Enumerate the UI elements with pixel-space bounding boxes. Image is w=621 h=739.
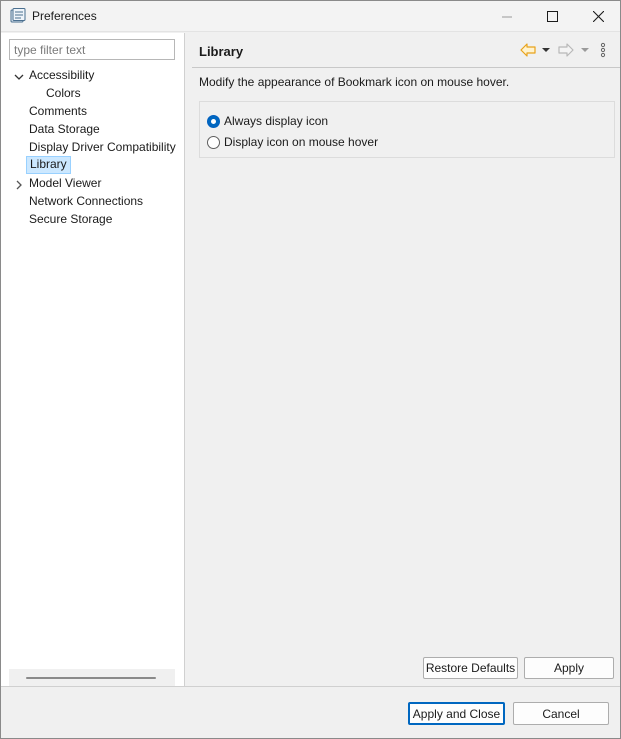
tree-item-accessibility[interactable]: Accessibility: [26, 67, 97, 85]
filter-input[interactable]: [9, 39, 175, 60]
title-bar: Preferences: [1, 1, 620, 32]
minimize-button[interactable]: [484, 1, 530, 32]
more-vertical-icon: [600, 42, 606, 58]
tree-item-network-connections[interactable]: Network Connections: [26, 193, 146, 211]
tree-item-display-driver-compatibility[interactable]: Display Driver Compatibility: [26, 139, 185, 157]
radio-display-icon-on-hover[interactable]: Display icon on mouse hover: [207, 133, 378, 151]
tree-item-library[interactable]: Library: [26, 156, 71, 174]
cancel-button[interactable]: Cancel: [513, 702, 609, 725]
apply-button[interactable]: Apply: [524, 657, 614, 679]
tree-item-model-viewer[interactable]: Model Viewer: [26, 175, 104, 193]
back-history-dropdown[interactable]: [542, 42, 550, 58]
footer-separator: [1, 686, 620, 687]
page-title: Library: [199, 44, 244, 59]
maximize-icon: [546, 11, 558, 22]
chevron-right-icon[interactable]: [14, 179, 24, 190]
radio-label: Always display icon: [224, 114, 329, 128]
tree-item-colors[interactable]: Colors: [43, 85, 84, 103]
back-arrow-icon: [520, 43, 536, 57]
view-menu-button[interactable]: [600, 42, 606, 58]
forward-button[interactable]: [558, 42, 574, 58]
apply-and-close-button[interactable]: Apply and Close: [408, 702, 505, 725]
radio-button-unchecked[interactable]: [207, 135, 220, 149]
close-icon: [592, 11, 604, 22]
radio-always-display-icon[interactable]: Always display icon: [207, 112, 328, 130]
forward-history-dropdown[interactable]: [581, 42, 589, 58]
maximize-button[interactable]: [529, 1, 575, 32]
restore-defaults-button[interactable]: Restore Defaults: [423, 657, 518, 679]
forward-arrow-icon: [558, 43, 574, 57]
preference-tree-pane: Accessibility Colors Comments Data Stora…: [1, 33, 185, 686]
icon-display-options-group: Always display icon Display icon on mous…: [199, 101, 615, 158]
window-title: Preferences: [32, 9, 97, 23]
title-separator: [192, 67, 620, 68]
tree-horizontal-scrollbar[interactable]: [9, 669, 175, 686]
chevron-down-icon[interactable]: [14, 71, 24, 81]
tree-item-data-storage[interactable]: Data Storage: [26, 121, 103, 139]
dropdown-arrow-icon: [542, 48, 550, 52]
preference-page-pane: Library Modify the appearance of Bookmar…: [186, 33, 620, 686]
tree-item-secure-storage[interactable]: Secure Storage: [26, 211, 115, 229]
radio-label: Display icon on mouse hover: [224, 135, 379, 149]
preferences-window: Preferences Accessibility Colors Comment…: [0, 0, 621, 739]
close-button[interactable]: [575, 1, 621, 32]
page-description: Modify the appearance of Bookmark icon o…: [199, 75, 510, 89]
scrollbar-thumb[interactable]: [26, 677, 156, 679]
tree-item-comments[interactable]: Comments: [26, 103, 90, 121]
radio-button-checked[interactable]: [207, 114, 220, 128]
minimize-icon: [502, 16, 512, 17]
dropdown-arrow-icon: [581, 48, 589, 52]
preferences-app-icon: [10, 8, 26, 24]
back-button[interactable]: [520, 42, 536, 58]
